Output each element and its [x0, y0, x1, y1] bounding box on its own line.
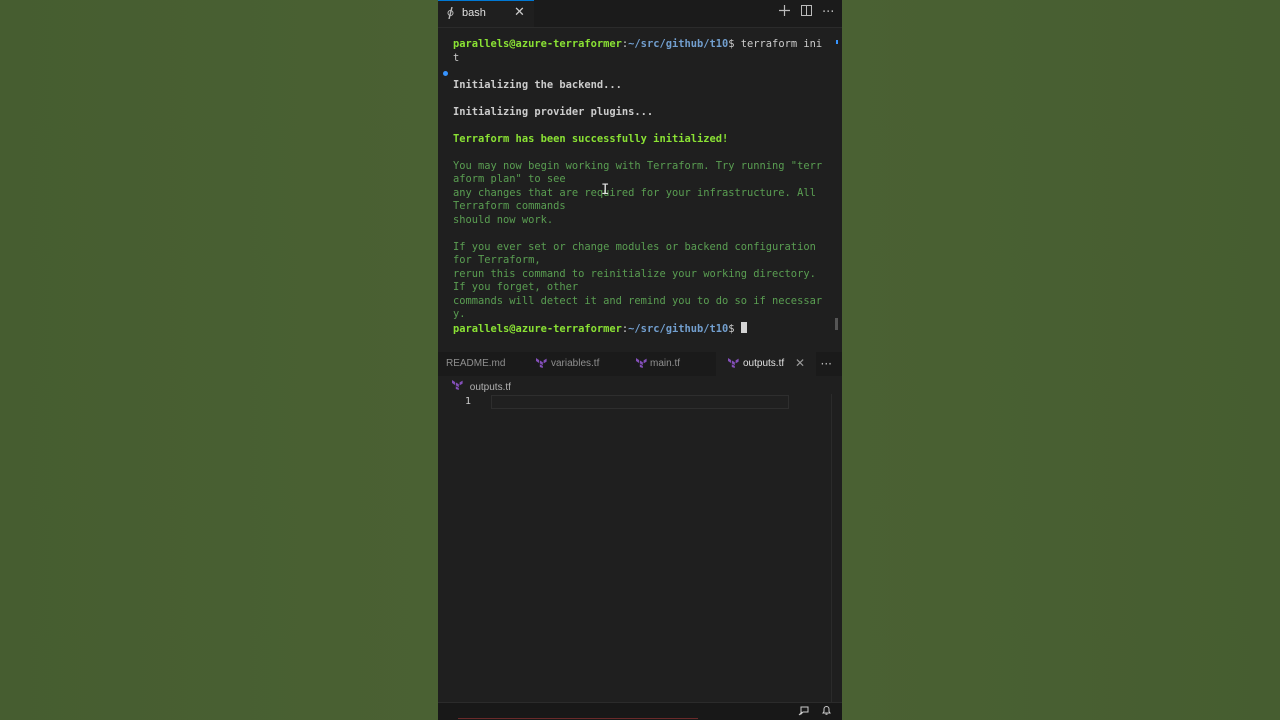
tab-readme[interactable]: README.md: [438, 352, 526, 376]
ellipsis-icon[interactable]: ···: [821, 357, 832, 371]
terminal-tab-bar: bash ✕ ···: [438, 0, 842, 28]
terminal-line: rerun this command to reinitialize your …: [453, 267, 816, 280]
terminal-scrollbar[interactable]: [835, 318, 838, 330]
terminal-line: You may now begin working with Terraform…: [453, 159, 823, 172]
terminal-line: parallels@azure-terraformer:~/src/github…: [453, 38, 833, 52]
prompt-path: ~/src/github/t10: [628, 38, 729, 50]
terminal-panel[interactable]: parallels@azure-terraformer:~/src/github…: [438, 28, 842, 359]
terminal-output: parallels@azure-terraformer:~/src/github…: [453, 38, 833, 335]
command-text: terraform ini: [740, 38, 823, 50]
editor-scrollbar[interactable]: [831, 394, 832, 702]
terminal-line: commands will detect it and remind you t…: [453, 294, 823, 307]
terminal-line: parallels@azure-terraformer:~/src/github…: [453, 321, 833, 336]
prompt-sign: $: [728, 322, 741, 335]
feedback-icon[interactable]: [798, 705, 809, 719]
prompt-path: ~/src/github/t10: [628, 322, 729, 335]
breadcrumb[interactable]: outputs.tf: [452, 380, 511, 393]
current-line-highlight: [491, 395, 789, 409]
terraform-icon: [636, 358, 647, 371]
prompt-user: parallels@azure-terraformer: [453, 38, 622, 50]
code-editor[interactable]: 1: [438, 394, 842, 702]
tab-label: README.md: [446, 358, 506, 369]
close-icon[interactable]: ✕: [514, 5, 525, 20]
tab-variables[interactable]: variables.tf: [526, 352, 626, 376]
line-number: 1: [465, 396, 472, 407]
terminal-line: any changes that are required for your i…: [453, 186, 816, 199]
terminal-line: Initializing the backend...: [453, 78, 622, 91]
plus-icon[interactable]: [778, 5, 790, 21]
prompt-user: parallels@azure-terraformer: [453, 322, 622, 335]
scroll-marker: [836, 40, 838, 44]
tab-label: main.tf: [650, 358, 681, 369]
text-cursor-icon: I: [601, 182, 610, 198]
terminal-cursor: [740, 321, 747, 333]
terminal-line: t: [453, 51, 460, 64]
terraform-icon: [452, 380, 466, 393]
tab-label: variables.tf: [551, 358, 600, 369]
terminal-line: should now work.: [453, 213, 554, 226]
terminal-tab-bash[interactable]: bash ✕: [438, 0, 534, 27]
terraform-icon: [536, 358, 547, 371]
breadcrumb-label: outputs.tf: [469, 382, 511, 393]
terminal-line: If you forget, other: [453, 281, 579, 293]
status-divider: [458, 718, 698, 719]
split-icon[interactable]: [800, 5, 812, 21]
prompt-sign: $: [728, 38, 741, 50]
ellipsis-icon[interactable]: ···: [822, 5, 834, 21]
terminal-line: If you ever set or change modules or bac…: [453, 240, 816, 253]
bell-icon[interactable]: [821, 705, 832, 719]
vscode-window: bash ✕ ··· parallels@azure-terraformer:~…: [438, 0, 842, 720]
terminal-line: y.: [453, 308, 466, 320]
terminal-line: aform plan" to see: [453, 173, 566, 185]
command-decoration-icon[interactable]: [443, 71, 448, 76]
terminal-line: Terraform has been successfully initiali…: [453, 132, 729, 145]
tab-label: outputs.tf: [743, 358, 785, 369]
background-left: [0, 0, 438, 720]
terminal-line: for Terraform,: [453, 254, 541, 266]
shell-icon: [446, 6, 458, 21]
terminal-actions: ···: [778, 5, 834, 21]
tab-outputs[interactable]: outputs.tf ✕: [716, 352, 816, 376]
editor-tab-bar: README.md variables.tf main.tf outputs.t…: [438, 352, 842, 376]
terminal-tab-label: bash: [462, 7, 486, 19]
close-icon[interactable]: ✕: [795, 356, 805, 370]
terraform-icon: [728, 358, 739, 371]
terminal-line: Initializing provider plugins...: [453, 105, 654, 118]
status-bar: [438, 702, 842, 720]
tab-main[interactable]: main.tf: [626, 352, 716, 376]
terminal-line: Terraform commands: [453, 200, 566, 212]
background-right: [842, 0, 1280, 720]
